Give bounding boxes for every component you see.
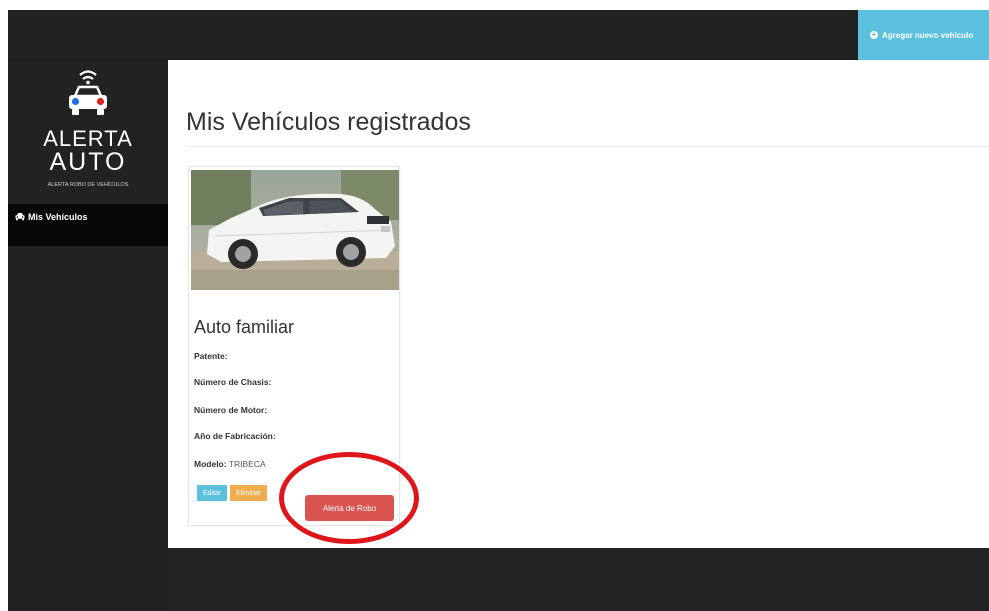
title-divider xyxy=(186,146,989,147)
delete-button[interactable]: Eliminar xyxy=(230,485,267,501)
car-icon xyxy=(15,213,25,221)
modelo-label: Modelo: xyxy=(194,459,227,469)
sidebar-item-mis-vehiculos[interactable]: Mis Vehículos xyxy=(8,204,168,246)
anio-label: Año de Fabricación: xyxy=(194,431,276,441)
vehicle-photo xyxy=(191,170,399,290)
add-vehicle-label: Agregar nuevo vehículo xyxy=(882,30,974,40)
sidebar-item-label: Mis Vehículos xyxy=(28,212,88,222)
top-navbar: + Agregar nuevo vehículo xyxy=(8,10,989,60)
theft-alert-button[interactable]: Alerta de Robo xyxy=(305,495,394,521)
sidebar: ALERTA AUTO ALERTA ROBO DE VEHÍCULOS Mis… xyxy=(8,60,168,611)
field-motor: Número de Motor: xyxy=(194,405,267,415)
patente-label: Patente: xyxy=(194,351,228,361)
edit-button[interactable]: Editar xyxy=(197,485,227,501)
chasis-label: Número de Chasis: xyxy=(194,377,272,387)
field-chasis: Número de Chasis: xyxy=(194,377,271,387)
logo-tagline: ALERTA ROBO DE VEHÍCULOS xyxy=(47,182,129,188)
main-content: Mis Vehículos registrados Auto familiar … xyxy=(168,60,989,548)
car-alert-logo-icon xyxy=(69,70,107,115)
vehicle-card: Auto familiar Patente: Número de Chasis:… xyxy=(188,166,400,526)
field-patente: Patente: xyxy=(194,351,228,361)
field-modelo: Modelo: TRIBECA xyxy=(194,459,266,469)
plus-circle-icon: + xyxy=(870,30,878,39)
vehicle-name: Auto familiar xyxy=(194,317,295,337)
modelo-value: TRIBECA xyxy=(228,459,266,469)
page-title: Mis Vehículos registrados xyxy=(186,108,471,136)
app-logo[interactable]: ALERTA AUTO ALERTA ROBO DE VEHÍCULOS xyxy=(8,60,168,200)
app-window: + Agregar nuevo vehículo ALERTA AUTO ALE… xyxy=(8,10,989,611)
field-anio: Año de Fabricación: xyxy=(194,431,276,441)
motor-label: Número de Motor: xyxy=(194,405,268,415)
add-vehicle-button[interactable]: + Agregar nuevo vehículo xyxy=(858,10,989,60)
logo-text-alerta: ALERTA xyxy=(43,126,133,151)
logo-text-auto: AUTO xyxy=(49,148,127,176)
